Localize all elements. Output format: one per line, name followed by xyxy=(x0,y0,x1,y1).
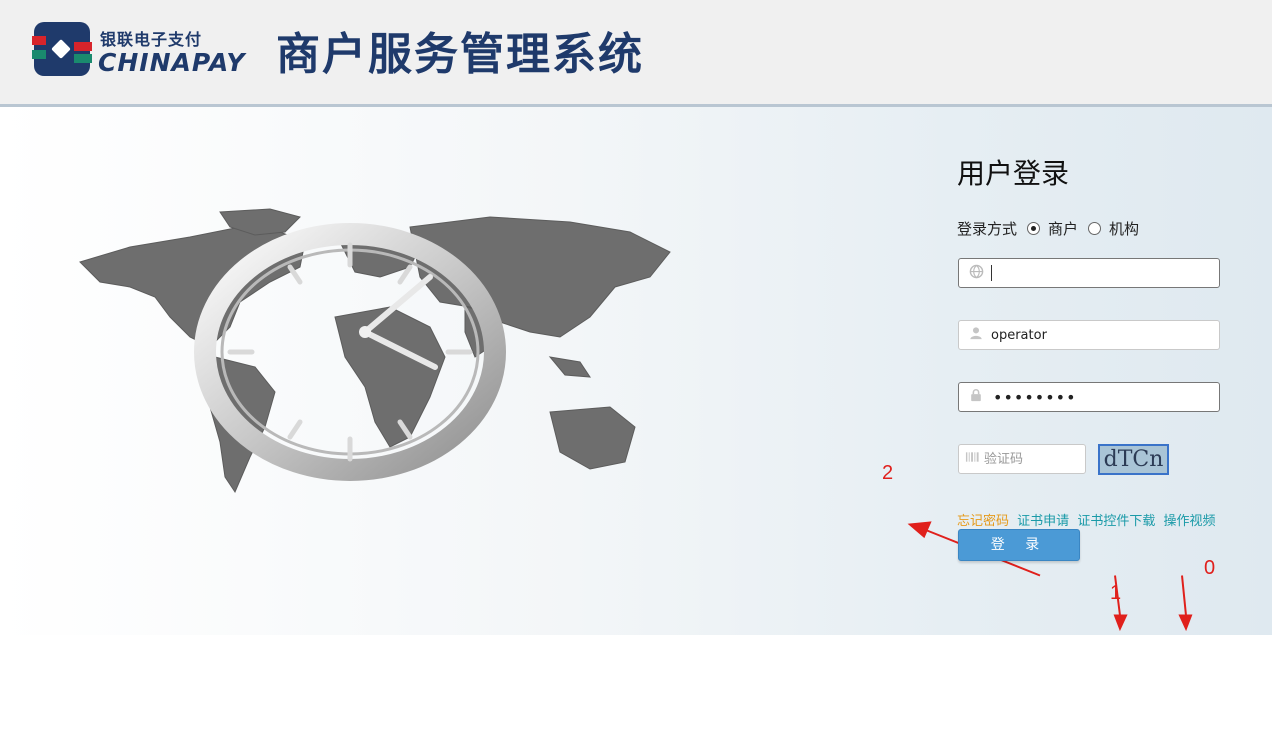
merchant-id-input[interactable] xyxy=(992,264,1219,282)
captcha-image[interactable]: dTCn xyxy=(1098,444,1169,475)
user-icon xyxy=(965,326,987,344)
radio-institution-label[interactable]: 机构 xyxy=(1109,218,1139,239)
password-input[interactable]: •••••••• xyxy=(987,388,1077,407)
logo-text-cn: 银联电子支付 xyxy=(100,30,203,49)
radio-merchant[interactable] xyxy=(1027,222,1041,235)
username-input[interactable] xyxy=(987,326,1219,344)
login-title: 用户登录 xyxy=(957,157,1070,190)
captcha-image-text: dTCn xyxy=(1103,447,1164,472)
login-mode-label: 登录方式 xyxy=(957,220,1018,238)
login-links: 忘记密码 证书申请 证书控件下载 操作视频 xyxy=(957,510,1219,529)
login-mode-row: 登录方式 商户 机构 xyxy=(957,218,1139,239)
world-map-clock-illustration xyxy=(79,208,671,494)
globe-icon xyxy=(965,264,987,283)
cert-download-link[interactable]: 证书控件下载 xyxy=(1077,514,1155,529)
logo-text-en: CHINAPAY xyxy=(98,48,246,77)
chinapay-logo-icon xyxy=(32,22,92,76)
password-field[interactable]: •••••••• xyxy=(958,382,1220,412)
main-area xyxy=(0,107,1272,635)
login-button[interactable]: 登 录 xyxy=(958,529,1080,561)
annotation-label: 0 xyxy=(1204,557,1216,579)
operation-video-link[interactable]: 操作视频 xyxy=(1163,514,1215,529)
system-title: 商户服务管理系统 xyxy=(276,29,644,80)
radio-institution[interactable] xyxy=(1088,222,1102,235)
header-bar: 银联电子支付 CHINAPAY 商户服务管理系统 xyxy=(0,0,1272,107)
annotation-label: 2 xyxy=(882,462,894,484)
forgot-password-link[interactable]: 忘记密码 xyxy=(957,514,1009,529)
cert-apply-link[interactable]: 证书申请 xyxy=(1017,514,1069,529)
lock-icon xyxy=(965,388,987,406)
username-field[interactable] xyxy=(958,320,1220,350)
barcode-icon xyxy=(965,451,980,467)
annotation-label: 1 xyxy=(1110,582,1122,604)
captcha-field[interactable] xyxy=(958,444,1156,474)
merchant-id-field[interactable] xyxy=(958,258,1220,288)
radio-merchant-label[interactable]: 商户 xyxy=(1048,218,1078,239)
